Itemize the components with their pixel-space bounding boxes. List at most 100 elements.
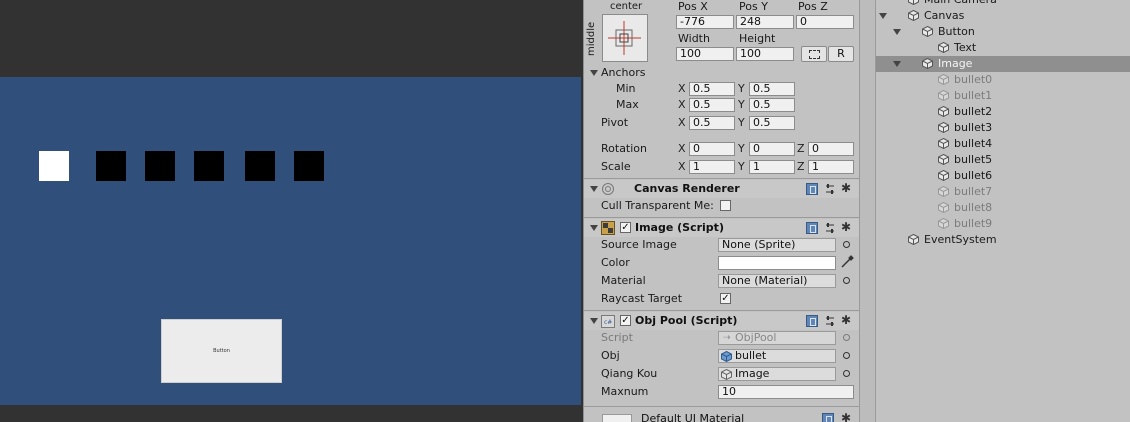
canvas-renderer-icon <box>602 183 614 195</box>
pivot-x-field[interactable]: 0.5 <box>689 116 735 130</box>
gameobject-cube-icon <box>938 122 949 133</box>
axis-x-label: X <box>678 82 686 95</box>
preset-sliders-icon[interactable] <box>824 315 836 327</box>
pos-z-field[interactable]: 0 <box>796 15 854 29</box>
game-view[interactable]: Button <box>0 0 583 422</box>
help-book-icon[interactable] <box>822 413 834 422</box>
rotation-z-field[interactable]: 0 <box>808 142 854 156</box>
hierarchy-item[interactable]: bullet1 <box>876 88 1130 104</box>
raw-edit-button[interactable]: R <box>828 46 854 62</box>
obj-field[interactable]: bullet <box>718 349 836 363</box>
game-canvas-area[interactable]: Button <box>0 77 581 405</box>
scale-x-field[interactable]: 1 <box>689 160 735 174</box>
hierarchy-panel[interactable]: Main CameraCanvas Button Text Image bullet0 b… <box>876 0 1130 422</box>
gameobject-cube-icon <box>938 90 949 101</box>
hierarchy-item[interactable]: bullet0 <box>876 72 1130 88</box>
game-ui-button-label: Button <box>213 348 230 354</box>
pivot-y-field[interactable]: 0.5 <box>749 116 795 130</box>
hierarchy-item[interactable]: bullet8 <box>876 200 1130 216</box>
eyedropper-icon[interactable] <box>840 255 854 269</box>
raycast-target-checkbox[interactable]: ✓ <box>720 293 731 304</box>
image-enabled-checkbox[interactable]: ✓ <box>620 222 631 233</box>
hierarchy-item[interactable]: bullet9 <box>876 216 1130 232</box>
maxnum-field[interactable]: 10 <box>718 385 854 399</box>
gear-icon[interactable]: ✱ <box>841 314 851 326</box>
game-ui-button[interactable]: Button <box>161 319 282 383</box>
width-label: Width <box>678 32 710 45</box>
hierarchy-foldout-arrow[interactable] <box>893 29 901 35</box>
anchor-max-label: Max <box>616 98 639 111</box>
rotation-y-field[interactable]: 0 <box>749 142 795 156</box>
material-field[interactable]: None (Material) <box>718 274 836 288</box>
gear-icon[interactable]: ✱ <box>841 182 851 194</box>
hierarchy-item[interactable]: bullet2 <box>876 104 1130 120</box>
bullet-sprite <box>145 151 175 181</box>
hierarchy-foldout-arrow[interactable] <box>879 13 887 19</box>
object-picker-icon[interactable] <box>843 370 850 377</box>
qiang-kou-field[interactable]: Image <box>718 367 836 381</box>
object-picker-icon[interactable] <box>843 241 850 248</box>
anchor-min-x-field[interactable]: 0.5 <box>689 82 735 96</box>
obj-pool-enabled-checkbox[interactable]: ✓ <box>620 315 631 326</box>
gear-icon[interactable]: ✱ <box>841 412 851 422</box>
hierarchy-item[interactable]: bullet5 <box>876 152 1130 168</box>
anchor-min-label: Min <box>616 82 636 95</box>
scale-y-field[interactable]: 1 <box>749 160 795 174</box>
source-image-field[interactable]: None (Sprite) <box>718 238 836 252</box>
pos-y-field[interactable]: 248 <box>736 15 794 29</box>
anchors-foldout-arrow[interactable] <box>590 70 598 76</box>
canvas-renderer-foldout-arrow[interactable] <box>590 186 598 192</box>
hierarchy-item-label: bullet2 <box>954 105 993 118</box>
preset-sliders-icon[interactable] <box>824 183 836 195</box>
scale-z-field[interactable]: 1 <box>808 160 854 174</box>
axis-y-label: Y <box>738 98 745 111</box>
pos-x-label: Pos X <box>678 0 708 13</box>
hierarchy-item[interactable]: Image <box>876 56 1130 72</box>
anchor-max-x-field[interactable]: 0.5 <box>689 98 735 112</box>
help-book-icon[interactable] <box>806 183 818 195</box>
hierarchy-item[interactable]: Main Camera <box>876 0 1130 8</box>
obj-pool-foldout-arrow[interactable] <box>590 318 598 324</box>
hierarchy-item[interactable]: bullet6 <box>876 168 1130 184</box>
bullet-sprite <box>245 151 275 181</box>
object-picker-icon[interactable] <box>843 352 850 359</box>
source-image-label: Source Image <box>601 238 677 251</box>
inspector-panel[interactable]: center middle Pos X Pos Y Pos Z -776 248… <box>583 0 860 422</box>
hierarchy-item[interactable]: Text <box>876 40 1130 56</box>
hierarchy-item[interactable]: EventSystem <box>876 232 1130 248</box>
hierarchy-item[interactable]: Button <box>876 24 1130 40</box>
help-book-icon[interactable] <box>806 222 818 234</box>
hierarchy-item[interactable]: Canvas <box>876 8 1130 24</box>
script-field: ObjPool <box>718 331 836 345</box>
help-book-icon[interactable] <box>806 315 818 327</box>
bullet-sprite <box>294 151 324 181</box>
hierarchy-item[interactable]: bullet3 <box>876 120 1130 136</box>
gameobject-cube-icon <box>908 0 919 5</box>
width-field[interactable]: 100 <box>676 47 734 61</box>
rotation-x-field[interactable]: 0 <box>689 142 735 156</box>
panel-scrollbar[interactable] <box>859 0 876 422</box>
hierarchy-item-label: Button <box>938 25 975 38</box>
color-swatch[interactable] <box>718 256 836 270</box>
anchor-presets-button[interactable] <box>602 14 648 62</box>
scale-label: Scale <box>601 160 631 173</box>
anchor-min-y-field[interactable]: 0.5 <box>749 82 795 96</box>
gear-icon[interactable]: ✱ <box>841 221 851 233</box>
gameobject-cube-icon <box>922 26 933 37</box>
object-picker-icon[interactable] <box>843 277 850 284</box>
cull-transparent-checkbox[interactable] <box>720 200 731 211</box>
anchor-max-y-field[interactable]: 0.5 <box>749 98 795 112</box>
height-field[interactable]: 100 <box>736 47 794 61</box>
image-script-foldout-arrow[interactable] <box>590 225 598 231</box>
hierarchy-item-label: bullet6 <box>954 169 993 182</box>
hierarchy-foldout-arrow[interactable] <box>893 61 901 67</box>
anchors-label: Anchors <box>601 66 646 79</box>
raw-edit-label: R <box>837 47 845 60</box>
hierarchy-item-label: EventSystem <box>924 233 997 246</box>
hierarchy-item[interactable]: bullet4 <box>876 136 1130 152</box>
pos-x-field[interactable]: -776 <box>676 15 734 29</box>
preset-sliders-icon[interactable] <box>824 222 836 234</box>
blueprint-mode-button[interactable] <box>801 46 827 62</box>
axis-z-label: Z <box>797 160 805 173</box>
hierarchy-item[interactable]: bullet7 <box>876 184 1130 200</box>
